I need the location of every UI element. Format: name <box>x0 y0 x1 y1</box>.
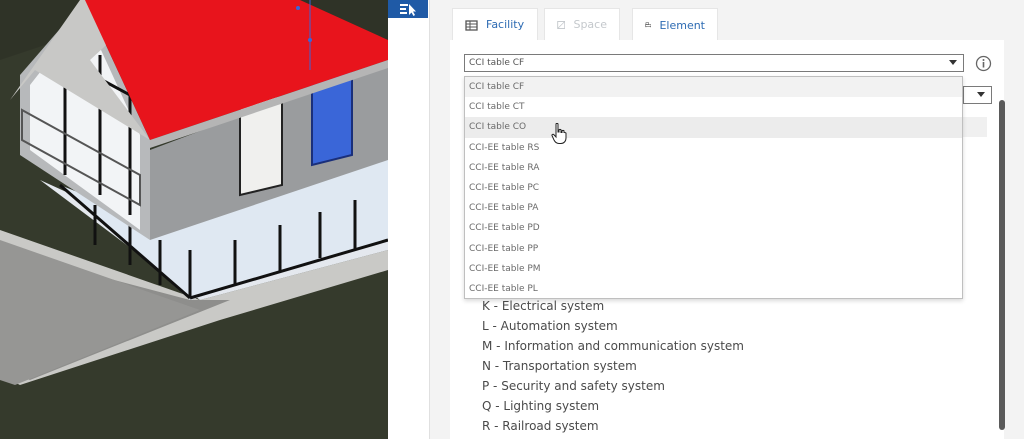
list-item[interactable]: N - Transportation system <box>482 356 744 376</box>
house-3d-model <box>0 0 388 439</box>
dropdown-option[interactable]: CCI-EE table PP <box>465 239 962 259</box>
select-cursor-icon <box>400 4 416 16</box>
select-tool-button[interactable] <box>388 0 428 18</box>
dropdown-option[interactable]: CCI-EE table PD <box>465 218 962 238</box>
hand-pointer-icon <box>551 123 567 144</box>
tab-facility[interactable]: Facility <box>452 8 538 40</box>
list-item[interactable]: M - Information and communication system <box>482 336 744 356</box>
classification-table-dropdown[interactable]: CCI table CF CCI table CT CCI table CO C… <box>464 76 963 299</box>
tab-space: Space <box>544 8 620 40</box>
dropdown-option[interactable]: CCI table CF <box>465 77 962 98</box>
classification-table-value: CCI table CF <box>469 58 525 68</box>
list-item[interactable]: L - Automation system <box>482 316 744 336</box>
secondary-select[interactable] <box>963 86 992 104</box>
model-viewport[interactable] <box>0 0 388 439</box>
info-icon[interactable] <box>975 55 992 72</box>
list-item[interactable]: K - Electrical system <box>482 296 744 316</box>
list-item[interactable]: R - Railroad system <box>482 416 744 436</box>
list-item[interactable]: Q - Lighting system <box>482 396 744 416</box>
dropdown-option[interactable]: CCI table CO <box>465 117 962 138</box>
space-icon <box>557 20 566 29</box>
chevron-down-icon <box>977 92 985 97</box>
dropdown-option[interactable]: CCI-EE table PC <box>465 178 962 198</box>
dropdown-option[interactable]: CCI table CT <box>465 97 962 117</box>
dropdown-option[interactable]: CCI-EE table PM <box>465 259 962 279</box>
tool-gutter <box>388 0 430 439</box>
systems-list: K - Electrical system L - Automation sys… <box>482 296 744 436</box>
element-icon <box>645 22 652 28</box>
tab-element[interactable]: Element <box>632 8 718 41</box>
dropdown-option[interactable]: CCI-EE table RS <box>465 138 962 158</box>
list-item[interactable]: P - Security and safety system <box>482 376 744 396</box>
building-icon <box>465 19 478 31</box>
classification-table-select[interactable]: CCI table CF <box>464 54 964 72</box>
tab-space-label: Space <box>573 18 607 31</box>
scrollbar[interactable] <box>999 100 1005 430</box>
tab-element-label: Element <box>659 18 705 32</box>
dropdown-option[interactable]: CCI-EE table PA <box>465 198 962 218</box>
tab-facility-label: Facility <box>486 18 525 31</box>
row-highlight <box>963 117 987 137</box>
chevron-down-icon <box>949 60 957 65</box>
dropdown-option[interactable]: CCI-EE table RA <box>465 158 962 178</box>
